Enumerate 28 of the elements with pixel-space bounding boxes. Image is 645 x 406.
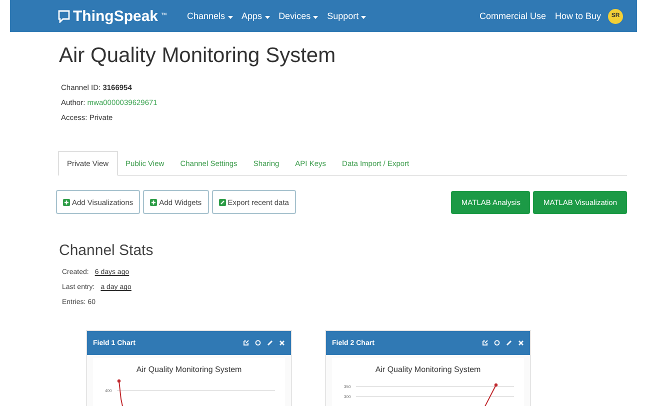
open-window-icon[interactable] <box>482 340 488 346</box>
caret-icon <box>361 16 366 19</box>
caret-icon <box>313 16 318 19</box>
pencil-icon[interactable] <box>267 340 273 346</box>
comment-icon[interactable] <box>255 340 261 346</box>
plus-icon <box>63 198 70 206</box>
trademark: ™ <box>161 13 168 19</box>
nav-menu[interactable]: Support <box>327 11 366 21</box>
nav-link[interactable]: How to Buy <box>554 11 601 21</box>
caret-icon <box>264 16 270 19</box>
open-window-icon[interactable] <box>243 340 249 346</box>
nav-menu[interactable]: Devices <box>278 11 318 21</box>
section-title: Channel Stats <box>59 242 154 259</box>
caret-icon <box>228 16 233 19</box>
pencil-icon[interactable] <box>506 340 512 346</box>
plus-icon <box>150 198 158 206</box>
brand-name[interactable]: ThingSpeak <box>73 8 158 24</box>
edit-icon <box>218 198 226 206</box>
close-icon[interactable] <box>518 340 524 346</box>
nav-menu[interactable]: Apps <box>242 11 270 21</box>
nav-link[interactable]: Commercial Use <box>479 11 546 21</box>
close-icon[interactable] <box>279 340 285 346</box>
chart-title: Air Quality Monitoring System <box>135 364 243 374</box>
chart-title: Air Quality Monitoring System <box>374 364 482 374</box>
nav-menu[interactable]: Channels <box>187 11 233 21</box>
logo-icon <box>58 10 70 22</box>
comment-icon[interactable] <box>494 340 500 346</box>
channel-title: Air Quality Monitoring System <box>59 44 337 68</box>
